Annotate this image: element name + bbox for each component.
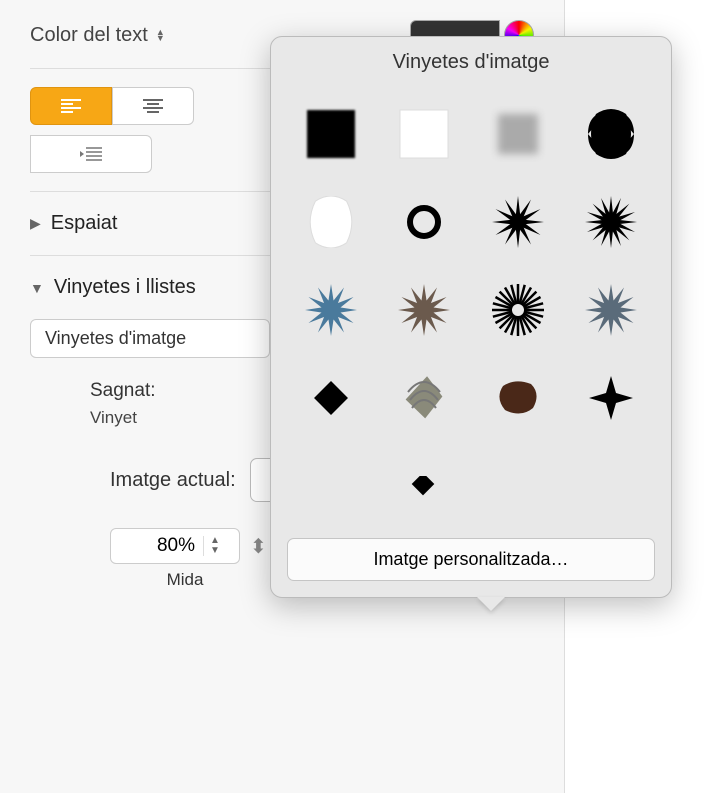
bullet-option-white-square[interactable] <box>389 102 461 166</box>
popover-title: Vinyetes d'imatge <box>287 51 655 74</box>
size-stepper[interactable]: ▲▼ <box>110 528 240 564</box>
text-color-label: Color del text <box>30 24 148 47</box>
bullet-option-white-quatrefoil[interactable] <box>295 190 367 254</box>
bullets-label: Vinyetes i llistes <box>54 276 196 299</box>
bullet-option-slate-burst[interactable] <box>576 278 648 342</box>
bullet-option-black-square[interactable] <box>295 102 367 166</box>
bullet-option-brown-burst[interactable] <box>389 278 461 342</box>
link-icon[interactable]: ⬍ <box>250 534 267 559</box>
bullet-option-pinstripe-burst[interactable] <box>482 278 554 342</box>
bullet-option-empty[interactable] <box>482 454 554 518</box>
popover-arrow <box>477 597 505 611</box>
decrease-indent-button[interactable] <box>30 135 152 173</box>
image-bullets-popover: Vinyetes d'imatge <box>270 36 672 598</box>
bullet-option-gray-shadow-square[interactable] <box>482 102 554 166</box>
stepper-icon[interactable]: ▲▼ <box>203 536 220 556</box>
bullet-option-blue-burst[interactable] <box>295 278 367 342</box>
bullet-option-four-point-star[interactable] <box>576 366 648 430</box>
updown-icon[interactable]: ▲▼ <box>156 29 165 41</box>
current-image-label: Imatge actual: <box>110 469 236 492</box>
bullet-option-ring[interactable] <box>389 190 461 254</box>
size-input[interactable] <box>125 535 195 557</box>
chevron-right-icon: ▶ <box>30 215 41 232</box>
size-label: Mida <box>110 570 260 590</box>
bullet-option-black-burst[interactable] <box>482 190 554 254</box>
bullet-type-dropdown[interactable]: Vinyetes d'imatge <box>30 319 270 358</box>
bullet-option-black-diamond[interactable] <box>295 366 367 430</box>
bullet-option-small-diamond[interactable] <box>389 454 461 518</box>
bullet-option-empty[interactable] <box>295 454 367 518</box>
custom-image-button[interactable]: Imatge personalitzada… <box>287 538 655 581</box>
spacing-label: Espaiat <box>51 212 118 235</box>
custom-image-label: Imatge personalitzada… <box>373 549 568 569</box>
bullet-option-empty[interactable] <box>576 454 648 518</box>
align-left-button[interactable] <box>30 87 112 125</box>
bullet-option-black-burst-alt[interactable] <box>576 190 648 254</box>
bullet-option-scribble-diamond[interactable] <box>389 366 461 430</box>
bullet-option-black-quatrefoil[interactable] <box>576 102 648 166</box>
align-center-button[interactable] <box>112 87 194 125</box>
bullet-grid <box>287 92 655 538</box>
bullet-type-value: Vinyetes d'imatge <box>45 328 186 349</box>
chevron-down-icon: ▼ <box>30 280 44 296</box>
bullet-option-brown-blob[interactable] <box>482 366 554 430</box>
